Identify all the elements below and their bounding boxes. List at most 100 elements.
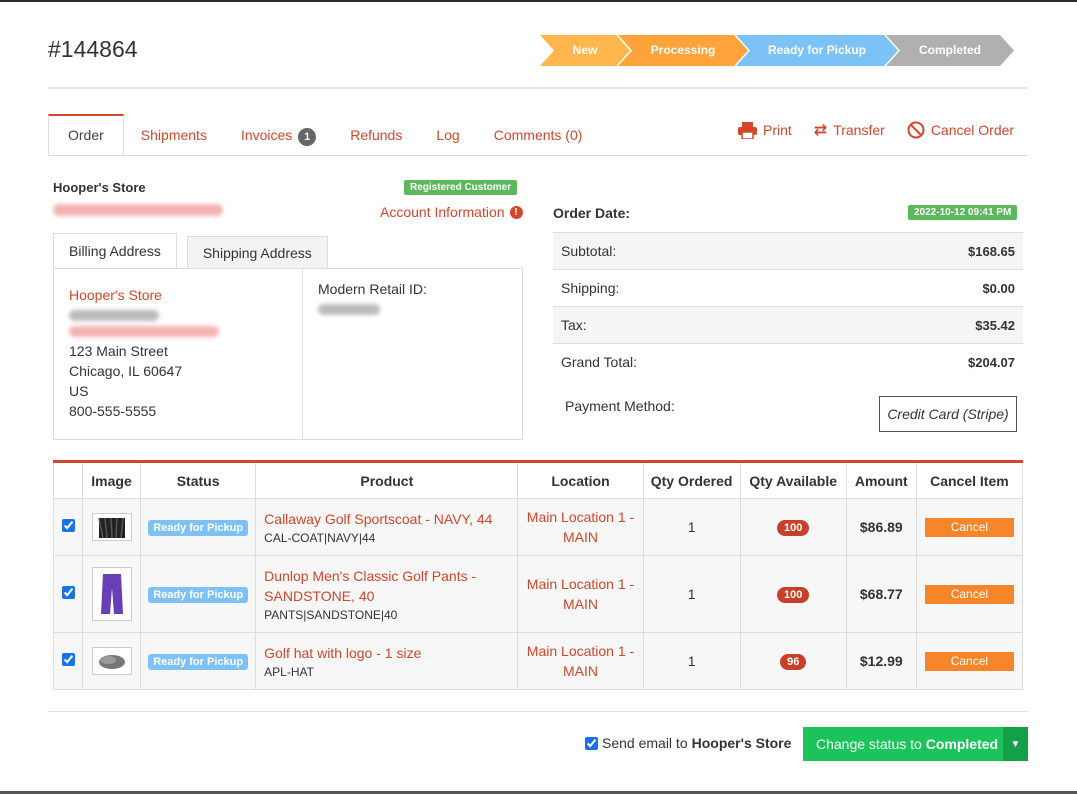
item-checkbox[interactable] bbox=[61, 653, 75, 666]
status-badge: Ready for Pickup bbox=[148, 587, 249, 603]
change-status-button[interactable]: Change status to Completed bbox=[803, 727, 1003, 761]
header-product: Product bbox=[255, 461, 519, 499]
table-header: Image Status Product Location Qty Ordere… bbox=[52, 461, 1024, 499]
address-tabs: Billing Address Shipping Address bbox=[53, 233, 328, 270]
item-amount: $12.99 bbox=[845, 632, 917, 690]
product-name-link[interactable]: Dunlop Men's Classic Golf Pants - SANDST… bbox=[264, 566, 509, 606]
qty-available-badge: 100 bbox=[777, 520, 810, 536]
print-button[interactable]: Print bbox=[738, 120, 792, 140]
tab-shipments[interactable]: Shipments bbox=[124, 114, 224, 156]
divider bbox=[48, 87, 1028, 89]
top-border bbox=[0, 0, 1077, 2]
tax-row: Tax: $35.42 bbox=[553, 306, 1023, 343]
status-badge: Ready for Pickup bbox=[148, 520, 249, 536]
tab-comments[interactable]: Comments (0) bbox=[477, 114, 600, 156]
location-link[interactable]: Main Location 1 - MAIN bbox=[517, 498, 644, 556]
step-completed: Completed bbox=[886, 35, 1014, 66]
item-amount: $86.89 bbox=[845, 498, 917, 556]
tab-billing-address[interactable]: Billing Address bbox=[53, 233, 177, 270]
cancel-order-label: Cancel Order bbox=[930, 122, 1015, 138]
caret-down-icon: ▼ bbox=[1010, 738, 1021, 750]
item-checkbox[interactable] bbox=[61, 586, 75, 599]
tab-refunds[interactable]: Refunds bbox=[333, 114, 419, 156]
status-dropdown-toggle[interactable]: ▼ bbox=[1003, 727, 1028, 761]
product-name-link[interactable]: Golf hat with logo - 1 size bbox=[264, 643, 509, 663]
select-cell bbox=[52, 555, 84, 633]
redacted-email-line bbox=[69, 326, 219, 337]
retail-id-label: Modern Retail ID: bbox=[318, 281, 427, 297]
tab-log[interactable]: Log bbox=[419, 114, 476, 156]
order-items-table: Image Status Product Location Qty Ordere… bbox=[52, 460, 1024, 690]
item-amount: $68.77 bbox=[845, 555, 917, 633]
product-sku: CAL-COAT|NAVY|44 bbox=[264, 531, 376, 545]
order-totals: Subtotal: $168.65 Shipping: $0.00 Tax: $35.… bbox=[553, 232, 1023, 380]
header-select bbox=[52, 461, 84, 499]
row-value: $0.00 bbox=[982, 280, 1015, 296]
order-actions: Print ⇄ Transfer Cancel Order bbox=[738, 120, 1014, 140]
table-row: Ready for Pickup Callaway Golf Sportscoa… bbox=[52, 498, 1024, 556]
cancel-item-button[interactable]: Cancel bbox=[924, 584, 1014, 604]
header-qty-available: Qty Available bbox=[739, 461, 847, 499]
cancel-item-button[interactable]: Cancel bbox=[924, 651, 1014, 671]
send-email-target: Hooper's Store bbox=[691, 735, 792, 751]
product-thumbnail bbox=[91, 567, 132, 621]
tab-invoices[interactable]: Invoices 1 bbox=[224, 114, 333, 156]
status-badge: Ready for Pickup bbox=[148, 654, 249, 670]
pants-image bbox=[100, 574, 123, 614]
step-new: New bbox=[540, 35, 630, 66]
product-name-link[interactable]: Callaway Golf Sportscoat - NAVY, 44 bbox=[264, 509, 509, 529]
change-status-button-group: Change status to Completed ▼ bbox=[803, 727, 1028, 761]
ban-icon bbox=[907, 121, 925, 139]
order-number: #144864 bbox=[48, 36, 138, 62]
redacted-retail-id bbox=[318, 304, 380, 315]
payment-method-label: Payment Method: bbox=[565, 398, 675, 414]
row-label: Subtotal: bbox=[561, 243, 617, 259]
table-row: Ready for Pickup Dunlop Men's Classic Go… bbox=[52, 555, 1024, 633]
cancel-cell: Cancel bbox=[915, 555, 1024, 633]
address-city: Chicago, IL 60647 bbox=[69, 363, 183, 379]
status-cell: Ready for Pickup bbox=[140, 632, 257, 690]
tab-order[interactable]: Order bbox=[48, 114, 124, 156]
image-cell bbox=[82, 498, 142, 556]
account-information-link[interactable]: Account Information ! bbox=[380, 204, 523, 220]
status-cell: Ready for Pickup bbox=[140, 498, 257, 556]
retail-id-section: Modern Retail ID: bbox=[303, 269, 442, 439]
hat-image bbox=[98, 655, 125, 669]
qty-available-cell: 100 bbox=[739, 498, 847, 556]
address-name: Hooper's Store bbox=[69, 287, 162, 303]
image-cell bbox=[82, 555, 142, 633]
header-qty-ordered: Qty Ordered bbox=[642, 461, 741, 499]
row-label: Grand Total: bbox=[561, 354, 638, 370]
address-panel: Hooper's Store 123 Main Street Chicago, … bbox=[53, 268, 523, 440]
header-cancel-item: Cancel Item bbox=[915, 461, 1024, 499]
redacted-email bbox=[53, 204, 223, 216]
customer-name: Hooper's Store bbox=[53, 180, 146, 195]
cancel-order-button[interactable]: Cancel Order bbox=[907, 120, 1014, 140]
header-amount: Amount bbox=[845, 461, 917, 499]
qty-available-badge: 100 bbox=[777, 587, 810, 603]
product-cell: Dunlop Men's Classic Golf Pants - SANDST… bbox=[255, 555, 519, 633]
footer-divider bbox=[48, 711, 1028, 712]
location-link[interactable]: Main Location 1 - MAIN bbox=[517, 632, 644, 690]
send-email-option[interactable]: Send email to Hooper's Store bbox=[585, 735, 791, 751]
select-cell bbox=[52, 632, 84, 690]
address-country: US bbox=[69, 383, 89, 399]
qty-ordered: 1 bbox=[642, 498, 741, 556]
item-checkbox[interactable] bbox=[61, 519, 75, 532]
transfer-button[interactable]: ⇄ Transfer bbox=[814, 120, 885, 140]
payment-method-value: Credit Card (Stripe) bbox=[879, 396, 1017, 432]
send-email-checkbox[interactable] bbox=[585, 736, 598, 750]
address-phone: 800-555-5555 bbox=[69, 403, 157, 419]
image-cell bbox=[82, 632, 142, 690]
order-tabs: Order Shipments Invoices 1 Refunds Log C… bbox=[48, 114, 599, 156]
address-street: 123 Main Street bbox=[69, 343, 168, 359]
qty-ordered: 1 bbox=[642, 555, 741, 633]
tab-shipping-address[interactable]: Shipping Address bbox=[186, 236, 328, 269]
location-link[interactable]: Main Location 1 - MAIN bbox=[517, 555, 644, 633]
product-thumbnail bbox=[91, 513, 132, 541]
row-value: $204.07 bbox=[968, 354, 1015, 370]
cancel-item-button[interactable]: Cancel bbox=[924, 517, 1014, 537]
order-date-label: Order Date: bbox=[553, 205, 631, 221]
tab-invoices-label: Invoices bbox=[240, 127, 293, 143]
order-date-badge: 2022-10-12 09:41 PM bbox=[908, 205, 1018, 220]
